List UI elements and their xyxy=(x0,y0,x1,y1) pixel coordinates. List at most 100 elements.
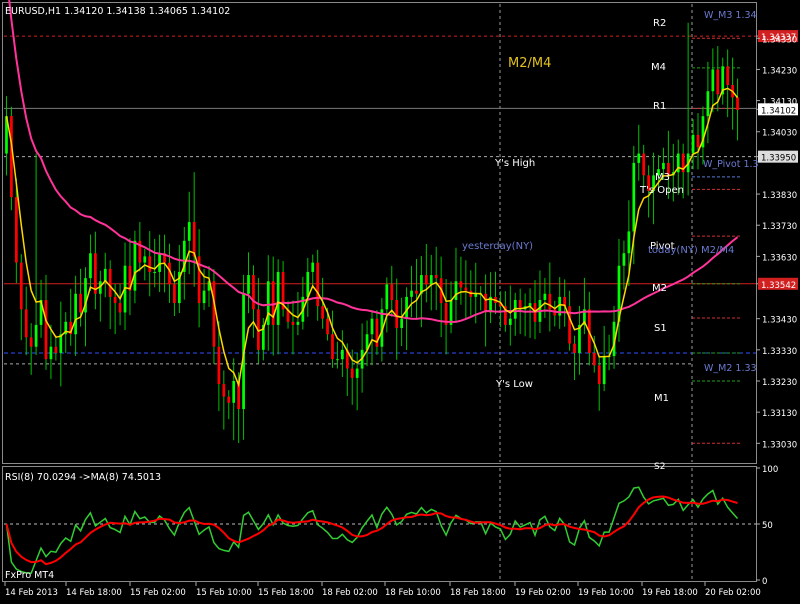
candle-body xyxy=(232,380,236,403)
candle-body xyxy=(14,197,18,263)
candle-body xyxy=(410,290,413,297)
candle-body xyxy=(662,162,665,170)
weekly-pivot-label: W_Pivot 1.3 xyxy=(703,159,759,170)
candle-body xyxy=(158,253,161,272)
candle-body xyxy=(336,359,339,361)
candle-body xyxy=(597,365,601,385)
y-tick-label: 1.33030 xyxy=(762,440,797,450)
rsi-tick-label: 0 xyxy=(762,577,767,587)
x-tick-label: 18 Feb 02:00 xyxy=(322,588,378,598)
weekly-m2-label: W_M2 1.33 xyxy=(704,363,757,374)
broker-label: FxPro MT4 xyxy=(5,570,54,581)
candle-body xyxy=(326,318,329,335)
candle-body xyxy=(385,284,389,310)
candle-body xyxy=(89,253,92,279)
candle-body xyxy=(622,253,626,266)
candle-body xyxy=(118,303,122,313)
candle-body xyxy=(706,91,710,117)
x-tick-label: 20 Feb 02:00 xyxy=(705,588,761,598)
candle-body xyxy=(602,356,606,385)
x-tick-label: 19 Feb 10:00 xyxy=(578,588,634,598)
candle-body xyxy=(271,281,275,325)
y-tick-label: 1.33430 xyxy=(762,316,797,326)
candle-body xyxy=(316,262,320,307)
candle-body xyxy=(74,293,77,335)
level-ys-high: Y's High xyxy=(494,158,535,169)
y-tick-label: 1.34030 xyxy=(762,129,797,139)
y-tick-label: 1.33830 xyxy=(762,191,797,201)
candle-body xyxy=(311,262,315,272)
rsi-tick-label: 50 xyxy=(762,521,773,531)
candle-body xyxy=(133,240,137,291)
candle-body xyxy=(192,222,196,257)
level-s2: S2 xyxy=(654,462,665,472)
candle-body xyxy=(227,396,231,403)
level-m3: M3 xyxy=(655,172,670,183)
x-tick-label: 15 Feb 18:00 xyxy=(258,588,314,598)
y-tick-label: 1.34230 xyxy=(762,66,797,76)
level-m1: M1 xyxy=(654,393,669,404)
candle-body xyxy=(217,346,221,385)
candle-body xyxy=(94,253,97,294)
x-tick-label: 15 Feb 02:00 xyxy=(130,588,186,598)
level-m2: M2 xyxy=(652,283,667,294)
candle-body xyxy=(716,69,720,95)
candle-body xyxy=(573,343,576,353)
x-tick-label: 18 Feb 10:00 xyxy=(385,588,441,598)
candle-body xyxy=(113,296,117,304)
m2-m4-label: M2/M4 xyxy=(508,56,551,71)
candle-body xyxy=(508,318,512,325)
candle-body xyxy=(429,275,433,285)
candle-body xyxy=(321,306,324,319)
candle-body xyxy=(24,309,28,338)
price-tag-label: 1.33950 xyxy=(761,154,796,164)
candle-body xyxy=(143,256,147,263)
level-m4: M4 xyxy=(651,62,666,73)
level-ys-low: Y's Low xyxy=(495,379,533,390)
candle-body xyxy=(331,334,334,360)
weekly-m3-label: W_M3 1.34 xyxy=(704,10,757,21)
candle-body xyxy=(108,268,112,297)
candle-body xyxy=(464,287,468,291)
y-tick-label: 1.33230 xyxy=(762,378,797,388)
price-tag-label: 1.34102 xyxy=(761,106,796,116)
candle-body xyxy=(34,324,38,347)
candle-body xyxy=(543,293,547,300)
candle-body xyxy=(405,296,408,319)
candle-body xyxy=(627,231,631,254)
rsi-tick-label: 100 xyxy=(762,465,778,475)
chart-canvas[interactable]: 1.343371.343301.342301.341301.341021.340… xyxy=(0,0,800,600)
candle-body xyxy=(711,69,715,92)
candle-body xyxy=(44,299,48,360)
candle-body xyxy=(400,318,403,329)
candle-body xyxy=(390,284,394,300)
x-tick-label: 15 Feb 10:00 xyxy=(196,588,252,598)
chart-window: 1.34337 1.34330 1.34230 1.34130 1.34102 1.340… xyxy=(0,0,800,600)
candle-body xyxy=(632,162,636,232)
candle-body xyxy=(484,293,487,313)
level-s1: S1 xyxy=(654,323,667,334)
candle-body xyxy=(424,275,428,285)
price-tag-label: 1.33542 xyxy=(761,281,796,291)
candle-body xyxy=(29,337,33,347)
candle-body xyxy=(350,368,354,378)
rsi-title: RSI(8) 70.0294 ->MA(8) 74.5013 xyxy=(5,472,161,483)
candle-body xyxy=(187,222,191,241)
level-r2: R2 xyxy=(653,18,666,29)
candle-body xyxy=(726,66,730,86)
candle-body xyxy=(696,134,700,148)
y-tick-label: 1.33630 xyxy=(762,253,797,263)
level-ts-open: T's Open xyxy=(639,185,684,196)
x-tick-label: 14 Feb 2013 xyxy=(5,588,58,598)
y-tick-label: 1.34330 xyxy=(762,35,797,45)
candle-body xyxy=(370,318,374,335)
candle-body xyxy=(355,368,359,378)
candle-body xyxy=(691,134,695,154)
candle-body xyxy=(19,262,23,310)
chart-title: EURUSD,H1 1.34120 1.34138 1.34065 1.3410… xyxy=(5,6,230,17)
candle-body xyxy=(454,281,458,300)
candle-body xyxy=(173,284,176,304)
candle-body xyxy=(49,346,53,360)
today-ny-label: today(NY) M2/M4 xyxy=(648,245,734,256)
x-tick-label: 19 Feb 02:00 xyxy=(515,588,571,598)
